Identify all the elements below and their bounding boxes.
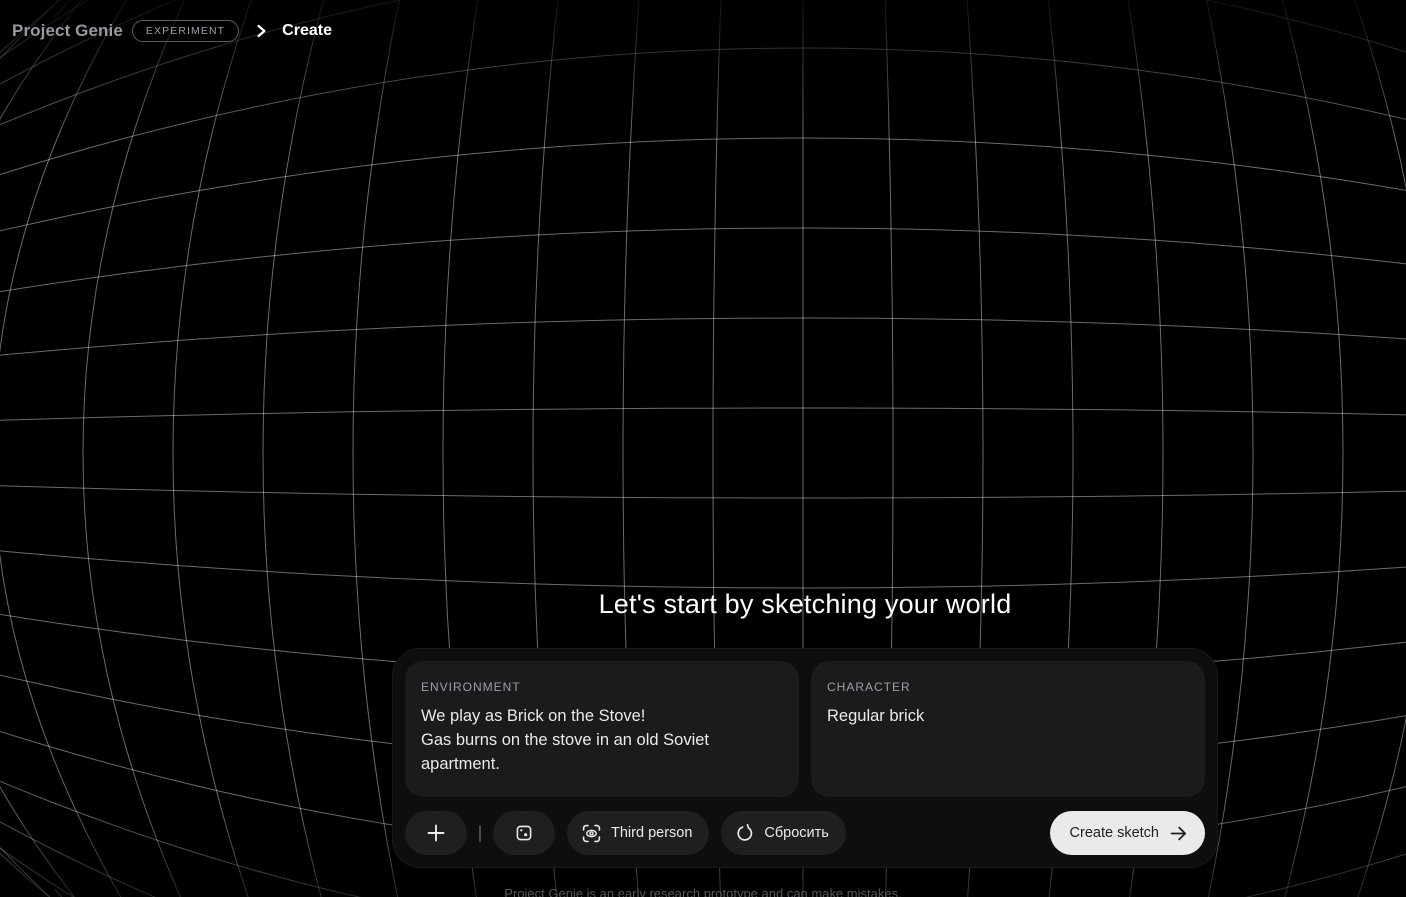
- character-value[interactable]: Regular brick: [827, 704, 1189, 728]
- breadcrumb-current-page: Create: [282, 22, 332, 39]
- dice-icon: [515, 824, 533, 842]
- reset-label: Сбросить: [764, 825, 829, 841]
- create-sketch-button[interactable]: Create sketch: [1049, 811, 1205, 855]
- arrow-right-icon: [1169, 824, 1188, 843]
- page-title: Let's start by sketching your world: [598, 589, 1012, 619]
- prompt-cards-row: ENVIRONMENT We play as Brick on the Stov…: [405, 661, 1205, 797]
- disclaimer-text: Project Genie is an early research proto…: [504, 886, 902, 897]
- restart-icon: [736, 824, 754, 842]
- reset-button[interactable]: Сбросить: [721, 811, 846, 855]
- third-person-button[interactable]: Third person: [567, 811, 710, 855]
- sketch-toolbar: Third person Сбросить Create sketch: [405, 811, 1205, 855]
- create-sketch-label: Create sketch: [1069, 825, 1159, 841]
- plus-icon: [426, 823, 446, 843]
- randomize-button[interactable]: [493, 811, 555, 855]
- character-field[interactable]: CHARACTER Regular brick: [811, 661, 1205, 797]
- chevron-right-icon: [254, 24, 268, 38]
- environment-label: ENVIRONMENT: [421, 680, 521, 694]
- header-bar: Project Genie EXPERIMENT Create: [0, 0, 1406, 62]
- toolbar-divider: [479, 824, 481, 842]
- add-button[interactable]: [405, 811, 467, 855]
- app-name[interactable]: Project Genie: [12, 21, 123, 41]
- eye-scan-icon: [582, 824, 601, 843]
- sketch-panel: ENVIRONMENT We play as Brick on the Stov…: [392, 648, 1218, 868]
- environment-field[interactable]: ENVIRONMENT We play as Brick on the Stov…: [405, 661, 799, 797]
- experiment-badge: EXPERIMENT: [131, 20, 240, 42]
- third-person-label: Third person: [611, 825, 693, 841]
- character-label: CHARACTER: [827, 680, 911, 694]
- environment-value[interactable]: We play as Brick on the Stove! Gas burns…: [421, 704, 783, 776]
